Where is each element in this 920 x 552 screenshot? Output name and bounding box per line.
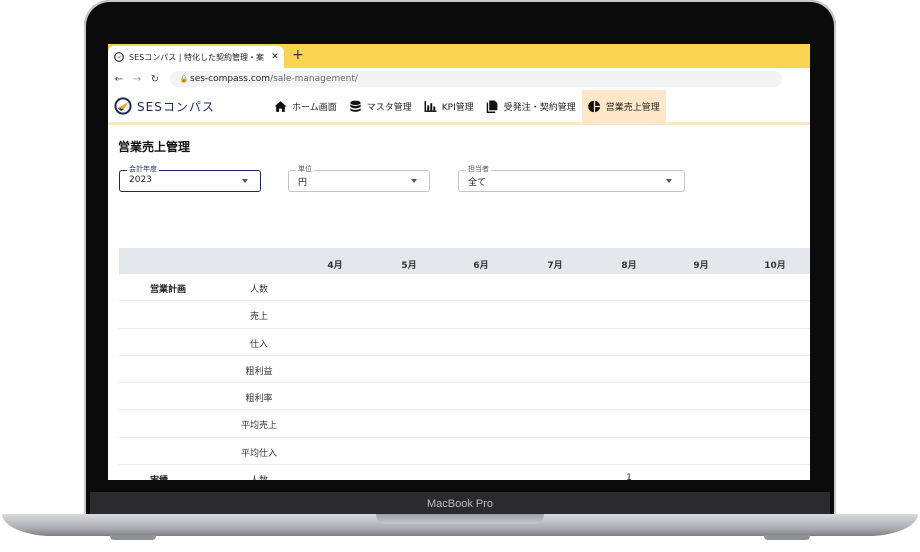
compass-logo-icon <box>114 52 124 62</box>
table-row: 平均売上 <box>119 410 810 438</box>
nav-label: 受発注・契約管理 <box>503 102 576 113</box>
row-metric-label: 仕入 <box>249 339 269 350</box>
month-header: 10月 <box>764 261 786 271</box>
chevron-down-icon <box>666 179 672 183</box>
row-metric-label: 人数 <box>250 473 268 480</box>
row-metric-label: 粗利率 <box>245 394 273 405</box>
month-header: 9月 <box>693 261 709 271</box>
fiscal-year-select[interactable]: 会計年度 2023 <box>119 165 261 192</box>
home-icon <box>274 100 287 112</box>
browser-tab-title: SESコンパス | 特化した契約管理・案 <box>129 52 264 62</box>
row-metric-label: 売上 <box>249 312 269 323</box>
owner-label: 担当者 <box>466 165 491 174</box>
table-row: 平均仕入 <box>119 438 810 466</box>
table-header: 4月 5月 6月 7月 8月 9月 10月 <box>119 248 810 274</box>
row-group-label: 営業計画 <box>150 285 187 295</box>
reload-icon[interactable]: ↻ <box>148 74 162 85</box>
pie-chart-icon <box>587 100 600 112</box>
sales-table: 4月 5月 6月 7月 8月 9月 10月 営業計画 人数 売上 仕入 粗利益 粗利率 平均売上 平均仕入… <box>119 248 810 480</box>
browser-toolbar: ← → ↻ 🔒 ses-compass.com/sale-management/ <box>108 68 810 91</box>
table-cell: 1 <box>626 473 632 480</box>
owner-select[interactable]: 担当者 全て <box>458 165 685 192</box>
lock-icon: 🔒 <box>179 75 189 83</box>
nav-item-orders-contracts[interactable]: 受発注・契約管理 <box>480 90 582 122</box>
forward-arrow-icon[interactable]: → <box>130 74 144 85</box>
unit-label: 単位 <box>296 165 314 174</box>
back-arrow-icon[interactable]: ← <box>112 74 126 85</box>
laptop-model-label: MacBook Pro <box>90 492 830 516</box>
month-header: 7月 <box>547 261 563 271</box>
nav-item-home[interactable]: ホーム画面 <box>268 90 343 122</box>
nav-label: マスタ管理 <box>366 102 412 113</box>
table-row: 粗利益 <box>119 356 810 384</box>
owner-value: 全て <box>468 178 487 188</box>
screen: SESコンパス | 特化した契約管理・案 ✕ + ← → ↻ 🔒 ses-com… <box>108 44 810 480</box>
table-row: 実績 人数 1 <box>119 465 810 480</box>
new-tab-button[interactable]: + <box>292 47 304 63</box>
row-group-label: 実績 <box>150 473 168 480</box>
table-row: 売上 <box>119 301 810 329</box>
nav-item-sales-management[interactable]: 営業売上管理 <box>581 90 666 122</box>
app-logo[interactable]: SESコンパス <box>114 97 215 115</box>
app-header: SESコンパス ホーム画面 マスタ管理 KPI管理 受発注・契約管理 営業売上管… <box>108 90 810 125</box>
month-header: 5月 <box>401 261 417 271</box>
document-icon <box>486 100 498 113</box>
close-tab-icon[interactable]: ✕ <box>268 52 282 62</box>
nav-label: KPI管理 <box>441 102 474 113</box>
nav-label: ホーム画面 <box>292 102 337 113</box>
row-metric-label: 平均仕入 <box>240 448 278 459</box>
chevron-down-icon <box>411 179 417 183</box>
table-row: 仕入 <box>119 329 810 356</box>
laptop-foot-right <box>764 535 810 540</box>
nav-item-master[interactable]: マスタ管理 <box>343 90 418 122</box>
fiscal-year-label: 会計年度 <box>127 165 159 174</box>
nav-item-kpi[interactable]: KPI管理 <box>418 90 480 122</box>
page-title: 営業売上管理 <box>118 140 191 154</box>
nav-label: 営業売上管理 <box>605 102 660 113</box>
table-body: 営業計画人数売上仕入粗利益粗利率平均売上平均仕入実績人数1 <box>119 274 810 480</box>
month-header: 8月 <box>621 261 637 271</box>
unit-select[interactable]: 単位 円 <box>288 165 430 192</box>
fiscal-year-value: 2023 <box>129 175 152 185</box>
compass-logo-icon <box>114 97 132 115</box>
unit-value: 円 <box>298 178 308 188</box>
row-metric-label: 人数 <box>249 285 269 295</box>
row-metric-label: 平均売上 <box>240 421 278 432</box>
laptop-notch <box>376 514 544 524</box>
main-nav: ホーム画面 マスタ管理 KPI管理 受発注・契約管理 営業売上管理 <box>268 90 666 122</box>
address-bar[interactable]: 🔒 ses-compass.com/sale-management/ <box>170 71 782 87</box>
url-path: /sale-management/ <box>270 74 358 84</box>
url-host: ses-compass.com <box>190 74 271 84</box>
table-row: 粗利率 <box>119 383 810 411</box>
table-row: 営業計画 人数 <box>119 274 810 302</box>
browser-tab[interactable]: SESコンパス | 特化した契約管理・案 ✕ <box>108 46 284 68</box>
bar-chart-icon <box>424 100 437 112</box>
browser-tab-bar: SESコンパス | 特化した契約管理・案 ✕ + <box>108 44 810 68</box>
logo-text: SESコンパス <box>137 99 215 114</box>
laptop-foot-left <box>110 535 156 540</box>
month-header: 4月 <box>327 261 343 271</box>
month-header: 6月 <box>473 261 489 271</box>
row-metric-label: 粗利益 <box>245 366 273 377</box>
database-icon <box>350 100 361 112</box>
chevron-down-icon <box>242 179 248 183</box>
